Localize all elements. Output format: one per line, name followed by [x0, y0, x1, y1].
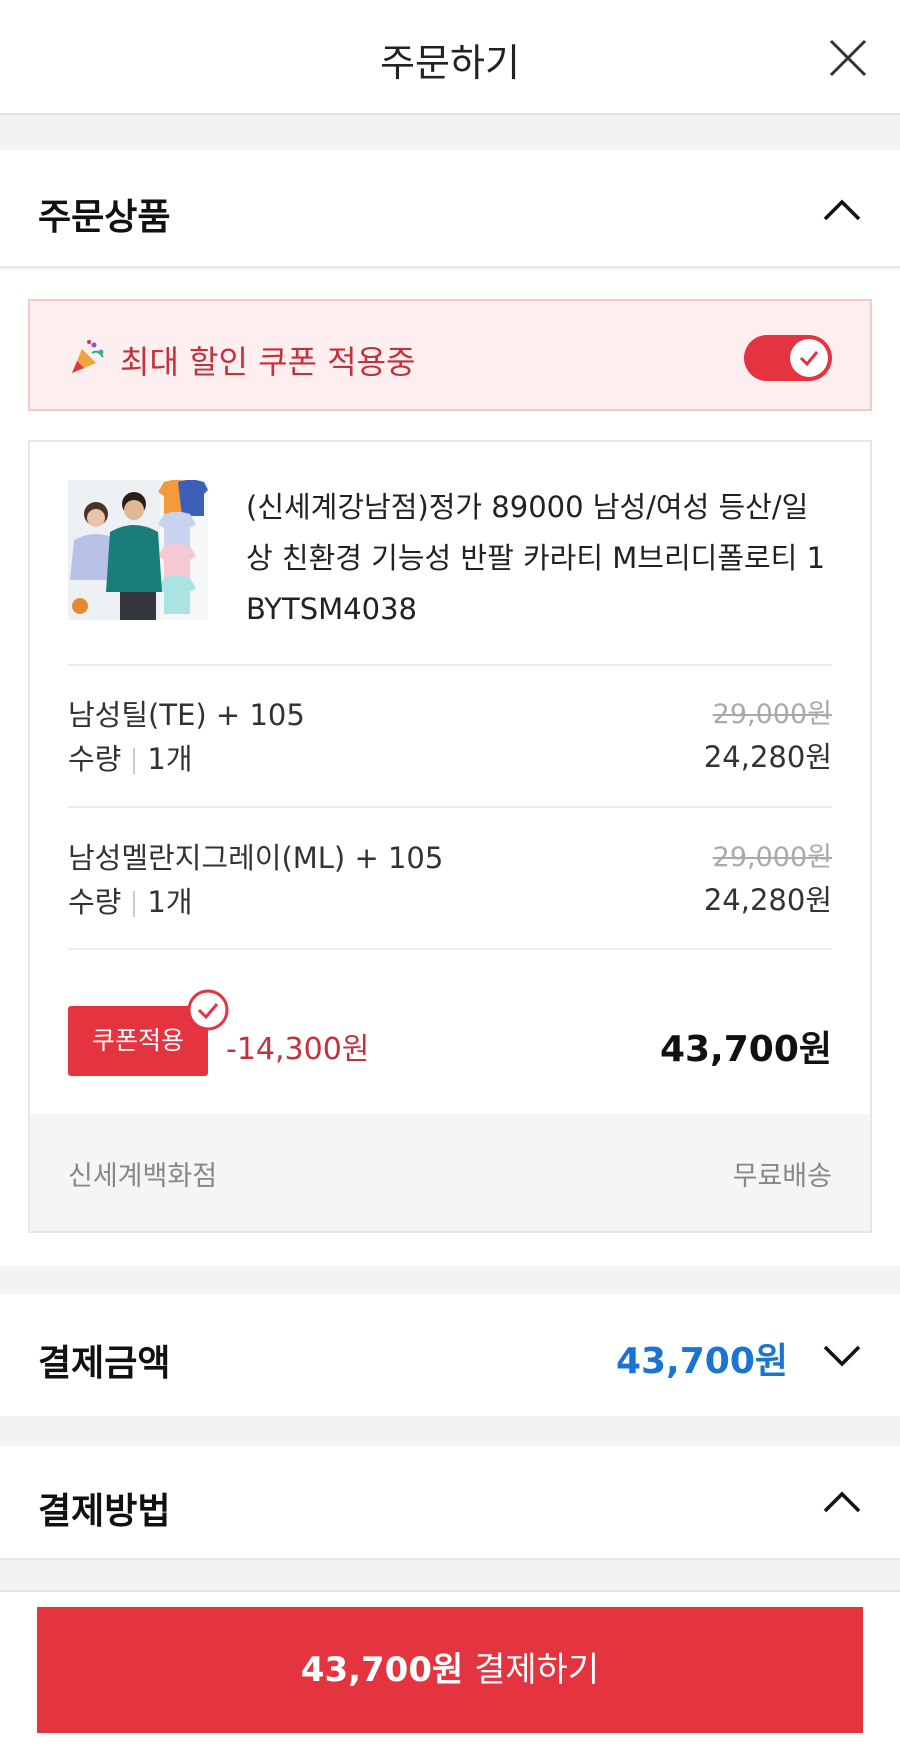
sale-price: 24,280원	[703, 740, 832, 774]
separator	[133, 891, 136, 917]
close-icon[interactable]	[826, 36, 870, 80]
page-title: 주문하기	[380, 41, 520, 85]
product-name[interactable]: (신세계강남점)정가 89000 남성/여성 등산/일 상 친환경 기능성 반팔…	[246, 482, 846, 635]
quantity-value: 1개	[147, 742, 193, 776]
chevron-up-icon[interactable]	[822, 198, 862, 222]
bottom-bar: 43,700원 결제하기	[0, 1590, 900, 1751]
option-item: 남성틸(TE) + 105 수량 1개 29,000원 24,280원	[68, 692, 832, 792]
divider	[68, 664, 832, 666]
order-card: (신세계강남점)정가 89000 남성/여성 등산/일 상 친환경 기능성 반팔…	[28, 440, 872, 1233]
chevron-up-icon[interactable]	[822, 1490, 862, 1514]
option-item: 남성멜란지그레이(ML) + 105 수량 1개 29,000원 24,280원	[68, 835, 832, 935]
payment-amount-value: 43,700원	[615, 1341, 788, 1382]
quantity-label: 수량	[68, 742, 122, 776]
discount-amount: -14,300원	[226, 1032, 370, 1067]
option-name: 남성멜란지그레이(ML) + 105	[68, 841, 444, 875]
separator	[133, 748, 136, 774]
chevron-down-icon[interactable]	[822, 1344, 862, 1368]
product-name-line: (신세계강남점)정가 89000 남성/여성 등산/일	[246, 490, 809, 524]
quantity-value: 1개	[147, 885, 193, 919]
payment-method-header[interactable]: 결제방법	[0, 1446, 900, 1560]
shipping-info: 무료배송	[732, 1161, 832, 1192]
coupon-toggle[interactable]	[744, 335, 832, 381]
pay-button-amount: 43,700원	[300, 1650, 464, 1690]
payment-amount-label: 결제금액	[38, 1343, 171, 1384]
coupon-row: 쿠폰적용 -14,300원 43,700원	[68, 989, 832, 1084]
pay-button[interactable]: 43,700원 결제하기	[37, 1607, 863, 1733]
order-items-header[interactable]: 주문상품	[0, 150, 900, 268]
product-name-line: BYTSM4038	[246, 592, 417, 626]
quantity-label: 수량	[68, 885, 122, 919]
option-quantity: 수량 1개	[68, 736, 193, 778]
card-footer: 신세계백화점 무료배송	[30, 1114, 870, 1231]
check-icon	[799, 351, 819, 367]
sale-price: 24,280원	[703, 883, 832, 917]
toggle-knob	[790, 339, 828, 377]
order-items-label: 주문상품	[38, 197, 171, 238]
coupon-banner: 최대 할인 쿠폰 적용중	[28, 299, 872, 411]
option-quantity: 수량 1개	[68, 879, 193, 921]
item-total: 43,700원	[659, 1029, 832, 1070]
payment-method-label: 결제방법	[38, 1491, 171, 1532]
divider	[68, 948, 832, 950]
header: 주문하기	[0, 0, 900, 115]
pay-button-label: 결제하기	[474, 1650, 600, 1690]
payment-amount-header[interactable]: 결제금액 43,700원	[0, 1294, 900, 1416]
product-thumbnail[interactable]	[68, 480, 208, 620]
check-circle-icon	[187, 989, 229, 1031]
product-name-line: 상 친환경 기능성 반팔 카라티 M브리디폴로티 1	[246, 541, 826, 575]
divider	[68, 806, 832, 808]
original-price: 29,000원	[712, 699, 832, 730]
order-items-body: 최대 할인 쿠폰 적용중 (신세계강남점)정가 89000 남성/여성 등산/일…	[0, 270, 900, 1266]
coupon-banner-text: 최대 할인 쿠폰 적용중	[120, 343, 416, 381]
original-price: 29,000원	[712, 842, 832, 873]
party-popper-icon	[72, 340, 104, 373]
option-name: 남성틸(TE) + 105	[68, 698, 305, 732]
store-name: 신세계백화점	[68, 1161, 218, 1192]
